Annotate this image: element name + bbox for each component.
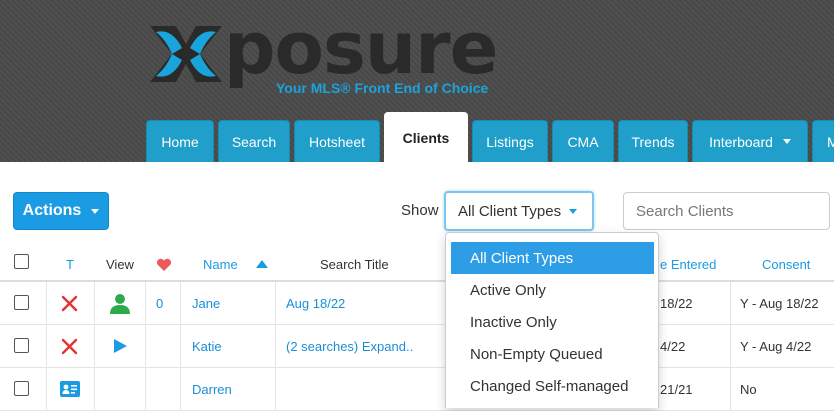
consent-value: Y - Aug 4/22 — [740, 339, 812, 354]
column-divider — [275, 368, 276, 411]
table-row[interactable]: 0 Jane Aug 18/22 18/22 Y - Aug 18/22 — [0, 282, 834, 325]
select-all-checkbox[interactable] — [14, 254, 29, 269]
favorites-count[interactable]: 0 — [156, 296, 163, 311]
client-type-select[interactable]: All Client Types — [444, 191, 594, 231]
client-type-value: All Client Types — [458, 202, 562, 220]
column-divider — [275, 282, 276, 325]
logo-tagline: Your MLS® Front End of Choice — [276, 80, 489, 96]
tab-trends[interactable]: Trends — [618, 120, 688, 162]
date-entered: 4/22 — [660, 339, 686, 354]
column-divider — [180, 368, 181, 411]
menu-item-active-only[interactable]: Active Only — [451, 274, 654, 306]
column-divider — [46, 282, 47, 325]
tab-clients[interactable]: Clients — [384, 112, 468, 162]
person-icon[interactable] — [109, 293, 131, 314]
column-divider — [180, 282, 181, 325]
tab-hotsheet[interactable]: Hotsheet — [294, 120, 380, 162]
table-row[interactable]: Katie (2 searches) Expand.. 4/22 Y - Aug… — [0, 325, 834, 368]
tab-label: Search — [231, 133, 277, 150]
tab-listings[interactable]: Listings — [472, 120, 548, 162]
actions-label: Actions — [22, 202, 82, 219]
column-divider — [46, 368, 47, 411]
tab-home[interactable]: Home — [146, 120, 214, 162]
tab-label: CMA — [567, 133, 599, 150]
header-date-entered[interactable]: e Entered — [660, 257, 716, 272]
header-view[interactable]: View — [106, 257, 134, 272]
column-divider — [730, 368, 731, 411]
xposure-logo[interactable]: posure Your MLS® Front End of Choice — [146, 8, 506, 104]
heart-icon[interactable] — [156, 258, 172, 272]
consent-value: No — [740, 382, 757, 397]
search-title-link[interactable]: (2 searches) Expand.. — [286, 339, 413, 354]
client-name-link[interactable]: Katie — [192, 339, 222, 354]
search-title-link[interactable]: Aug 18/22 — [286, 296, 345, 311]
header-consent[interactable]: Consent — [762, 257, 810, 272]
column-divider — [94, 282, 95, 325]
logo-wordmark: posure — [224, 6, 498, 90]
contact-card-icon[interactable] — [60, 381, 80, 397]
tab-label: Clients — [402, 129, 450, 146]
menu-item-non-empty-queued[interactable]: Non-Empty Queued — [451, 338, 654, 370]
column-divider — [730, 325, 731, 368]
menu-item-all-client-types[interactable]: All Client Types — [451, 242, 654, 274]
consent-value: Y - Aug 18/22 — [740, 296, 819, 311]
header-search-title[interactable]: Search Title — [320, 257, 389, 272]
table-header-row: T View Name Search Title e Entered Conse… — [0, 246, 834, 282]
column-divider — [145, 325, 146, 368]
date-entered: 21/21 — [660, 382, 693, 397]
column-divider — [94, 368, 95, 411]
actions-button[interactable]: Actions — [13, 192, 109, 230]
menu-item-changed-self-managed[interactable]: Changed Self-managed — [451, 370, 654, 402]
tab-label: M — [827, 134, 834, 150]
column-divider — [145, 282, 146, 325]
column-divider — [275, 325, 276, 368]
tab-more[interactable]: M — [812, 120, 834, 162]
site-header: posure Your MLS® Front End of Choice Hom… — [0, 0, 834, 162]
client-type-menu: All Client Types Active Only Inactive On… — [445, 232, 659, 408]
x-icon[interactable] — [61, 338, 78, 355]
tab-label: Hotsheet — [308, 133, 366, 150]
tab-label: Interboard — [709, 133, 773, 150]
logo-x-mark-icon — [150, 26, 222, 82]
date-entered: 18/22 — [660, 296, 693, 311]
show-label: Show — [401, 202, 439, 219]
column-divider — [94, 325, 95, 368]
play-icon[interactable] — [114, 339, 127, 353]
chevron-down-icon — [782, 139, 791, 144]
row-checkbox[interactable] — [14, 381, 29, 396]
sort-ascending-icon[interactable] — [256, 260, 268, 268]
tab-search[interactable]: Search — [218, 120, 290, 162]
row-checkbox[interactable] — [14, 295, 29, 310]
tab-label: Home — [161, 133, 199, 150]
header-name[interactable]: Name — [203, 257, 238, 272]
column-divider — [145, 368, 146, 411]
tab-label: Listings — [486, 133, 534, 150]
header-type[interactable]: T — [66, 257, 74, 272]
x-icon[interactable] — [61, 295, 78, 312]
row-checkbox[interactable] — [14, 338, 29, 353]
chevron-down-icon — [569, 208, 578, 214]
tab-cma[interactable]: CMA — [552, 120, 614, 162]
client-name-link[interactable]: Jane — [192, 296, 220, 311]
chevron-down-icon — [91, 208, 100, 214]
tab-interboard[interactable]: Interboard — [692, 120, 808, 162]
column-divider — [730, 282, 731, 325]
column-divider — [180, 325, 181, 368]
column-divider — [46, 325, 47, 368]
tab-label: Trends — [631, 133, 675, 150]
menu-item-inactive-only[interactable]: Inactive Only — [451, 306, 654, 338]
client-name-link[interactable]: Darren — [192, 382, 232, 397]
search-clients-input[interactable] — [623, 192, 830, 230]
table-row[interactable]: Darren 21/21 No — [0, 368, 834, 411]
